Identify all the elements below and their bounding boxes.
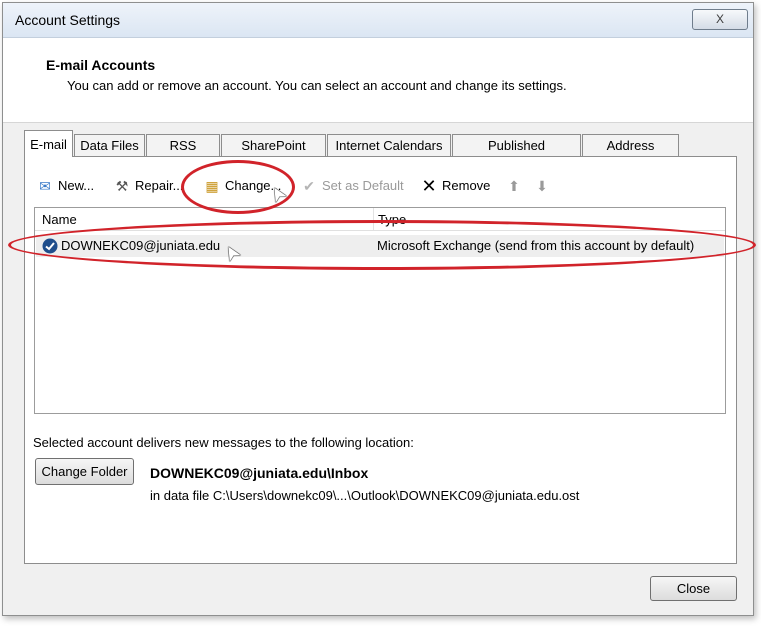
delivery-description: Selected account delivers new messages t… <box>33 435 414 450</box>
new-label: New... <box>58 178 95 193</box>
tab-email[interactable]: E-mail <box>24 130 73 157</box>
repair-label: Repair... <box>135 178 184 193</box>
section-description: You can add or remove an account. You ca… <box>67 78 567 93</box>
set-default-label: Set as Default <box>322 178 404 193</box>
header-panel: E-mail Accounts You can add or remove an… <box>3 38 753 123</box>
window-title: Account Settings <box>15 12 121 28</box>
account-list[interactable]: Name Type DOWNEKC09@juniata.edu Microsof… <box>34 207 726 414</box>
column-divider[interactable] <box>373 208 374 230</box>
new-account-icon: ✉ <box>39 178 51 194</box>
repair-tools-icon: ⚒ <box>115 178 129 194</box>
move-down-button[interactable]: ⬇ <box>533 176 551 196</box>
exchange-account-icon <box>42 238 58 257</box>
remove-x-icon: ✕ <box>421 176 437 196</box>
repair-button[interactable]: ⚒ Repair... <box>113 176 184 196</box>
data-file-path: in data file C:\Users\downekc09\...\Outl… <box>150 488 580 503</box>
close-icon: X <box>715 12 724 26</box>
new-button[interactable]: ✉ New... <box>36 176 94 196</box>
remove-button[interactable]: ✕ Remove <box>420 176 490 196</box>
change-settings-icon: ▦ <box>205 178 219 194</box>
account-type: Microsoft Exchange (send from this accou… <box>377 238 695 253</box>
tab-sharepoint-lists[interactable]: SharePoint Lists <box>221 134 326 175</box>
close-button[interactable]: Close <box>650 576 737 601</box>
set-default-icon: ✔ <box>303 178 315 194</box>
tab-rss-feeds[interactable]: RSS Feeds <box>146 134 220 175</box>
arrow-down-icon: ⬇ <box>536 178 548 194</box>
column-type-header[interactable]: Type <box>378 212 406 227</box>
tab-published-calendars[interactable]: Published Calendars <box>452 134 581 175</box>
tab-address-books[interactable]: Address Books <box>582 134 679 175</box>
account-name: DOWNEKC09@juniata.edu <box>61 238 221 253</box>
remove-label: Remove <box>442 178 491 193</box>
list-header: Name Type <box>35 208 725 231</box>
tab-internet-calendars[interactable]: Internet Calendars <box>327 134 451 156</box>
column-name-header[interactable]: Name <box>42 212 77 227</box>
change-folder-button[interactable]: Change Folder <box>35 458 134 485</box>
title-bar: Account Settings X <box>3 3 753 38</box>
delivery-location: DOWNEKC09@juniata.edu\Inbox <box>150 465 369 481</box>
arrow-up-icon: ⬆ <box>508 178 520 194</box>
set-default-button[interactable]: ✔ Set as Default <box>300 176 404 196</box>
move-up-button[interactable]: ⬆ <box>505 176 523 196</box>
section-title: E-mail Accounts <box>46 57 156 73</box>
table-row[interactable]: DOWNEKC09@juniata.edu Microsoft Exchange… <box>36 235 724 257</box>
window-close-button[interactable]: X <box>692 9 748 30</box>
tab-data-files[interactable]: Data Files <box>74 134 145 156</box>
